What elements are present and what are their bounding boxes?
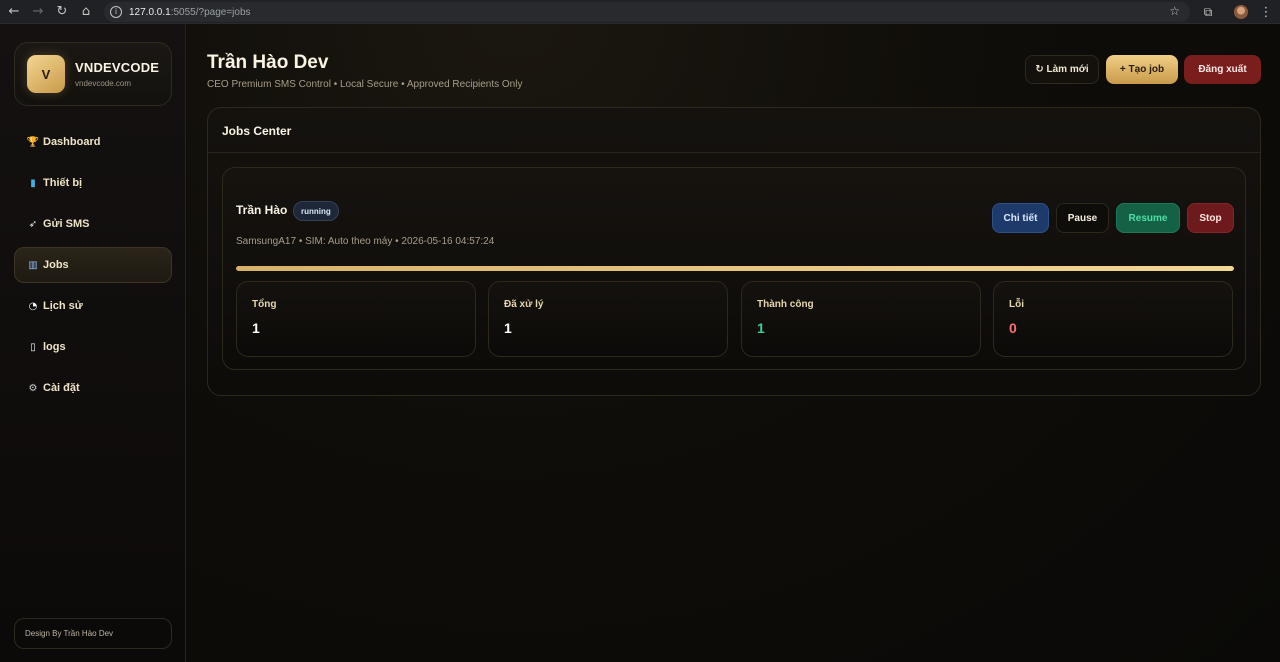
sidebar-item-devices[interactable]: ▮ Thiết bị: [14, 165, 172, 201]
sidebar-menu: 🏆 Dashboard ▮ Thiết bị ➶ Gửi SMS ▥ Jobs …: [14, 124, 172, 411]
trophy-icon: 🏆: [26, 136, 40, 148]
phone-icon: ▮: [30, 177, 36, 189]
stat-label: Thành công: [757, 299, 814, 310]
forward-arrow-icon[interactable]: →: [26, 0, 50, 24]
sidebar-item-label: Cài đặt: [43, 382, 80, 394]
browser-toolbar: ← → ↻ ⌂ i 127.0.0.1:5055/?page=jobs ☆ ⧉ …: [0, 0, 1280, 24]
create-job-button[interactable]: + Tạo job: [1106, 55, 1178, 84]
brand-name: VNDEVCODE: [75, 60, 160, 75]
refresh-button[interactable]: ↻ Làm mới: [1025, 55, 1099, 84]
document-icon: ▯: [30, 341, 36, 353]
logout-button[interactable]: Đăng xuất: [1184, 55, 1261, 84]
jobs-center-panel: Jobs Center Trần Hào running SamsungA17 …: [207, 107, 1261, 396]
stat-value: 1: [757, 320, 765, 336]
site-info-icon[interactable]: i: [110, 6, 122, 18]
sidebar-item-label: Lịch sử: [43, 300, 83, 312]
back-arrow-icon[interactable]: ←: [2, 0, 26, 24]
clock-icon: ◔: [28, 300, 38, 312]
stat-label: Tổng: [252, 299, 277, 310]
extensions-puzzle-icon[interactable]: ⧉: [1198, 0, 1218, 24]
stat-card-success: Thành công 1: [741, 281, 981, 357]
url-path: :5055/?page=jobs: [170, 6, 251, 18]
gear-icon: ⚙: [28, 382, 38, 394]
reload-icon[interactable]: ↻: [50, 0, 74, 24]
chart-icon: ▥: [28, 259, 38, 271]
sidebar-item-history[interactable]: ◔ Lịch sử: [14, 288, 172, 324]
address-bar[interactable]: i 127.0.0.1:5055/?page=jobs ☆: [104, 2, 1190, 22]
job-resume-button[interactable]: Resume: [1116, 203, 1180, 233]
sidebar-item-send-sms[interactable]: ➶ Gửi SMS: [14, 206, 172, 242]
bookmark-star-icon[interactable]: ☆: [1169, 4, 1180, 18]
stat-value: 1: [504, 320, 512, 336]
page-title: Trần Hào Dev: [207, 52, 329, 73]
home-icon[interactable]: ⌂: [74, 0, 98, 24]
job-progress-bar: [236, 266, 1234, 271]
stat-label: Lỗi: [1009, 299, 1024, 310]
sidebar-item-label: logs: [43, 341, 66, 353]
sidebar-item-label: Thiết bị: [43, 177, 83, 189]
brand-card[interactable]: V VNDEVCODE vndevcode.com: [14, 42, 172, 106]
panel-divider: [208, 152, 1260, 153]
stat-card-errors: Lỗi 0: [993, 281, 1233, 357]
sidebar-footer: Design By Trần Hào Dev: [14, 618, 172, 649]
main-content: Trần Hào Dev CEO Premium SMS Control • L…: [187, 24, 1280, 662]
job-meta: SamsungA17 • SIM: Auto theo máy • 2026-0…: [236, 236, 495, 247]
rocket-icon: ➶: [28, 218, 38, 230]
sidebar-item-label: Gửi SMS: [43, 218, 90, 230]
job-detail-button[interactable]: Chi tiết: [992, 203, 1049, 233]
stat-card-processed: Đã xử lý 1: [488, 281, 728, 357]
stat-label: Đã xử lý: [504, 299, 544, 310]
profile-avatar[interactable]: [1234, 5, 1248, 19]
browser-menu-icon[interactable]: ⋮: [1258, 0, 1274, 24]
brand-logo: V: [27, 55, 65, 93]
stat-value: 1: [252, 320, 260, 336]
sidebar-item-label: Jobs: [43, 259, 69, 271]
url-host: 127.0.0.1: [129, 6, 171, 18]
brand-domain: vndevcode.com: [75, 79, 132, 88]
stat-value: 0: [1009, 320, 1017, 336]
status-badge: running: [293, 201, 339, 221]
sidebar: V VNDEVCODE vndevcode.com 🏆 Dashboard ▮ …: [0, 24, 186, 662]
job-name: Trần Hào: [236, 203, 288, 217]
job-card: Trần Hào running SamsungA17 • SIM: Auto …: [222, 167, 1246, 370]
stat-card-total: Tổng 1: [236, 281, 476, 357]
job-stop-button[interactable]: Stop: [1187, 203, 1234, 233]
job-progress-fill: [236, 266, 1234, 271]
panel-title: Jobs Center: [222, 124, 292, 138]
sidebar-item-dashboard[interactable]: 🏆 Dashboard: [14, 124, 172, 160]
sidebar-item-logs[interactable]: ▯ logs: [14, 329, 172, 365]
job-pause-button[interactable]: Pause: [1056, 203, 1109, 233]
sidebar-item-jobs[interactable]: ▥ Jobs: [14, 247, 172, 283]
page-subtitle: CEO Premium SMS Control • Local Secure •…: [207, 79, 523, 90]
sidebar-item-label: Dashboard: [43, 136, 101, 148]
sidebar-item-settings[interactable]: ⚙ Cài đặt: [14, 370, 172, 406]
